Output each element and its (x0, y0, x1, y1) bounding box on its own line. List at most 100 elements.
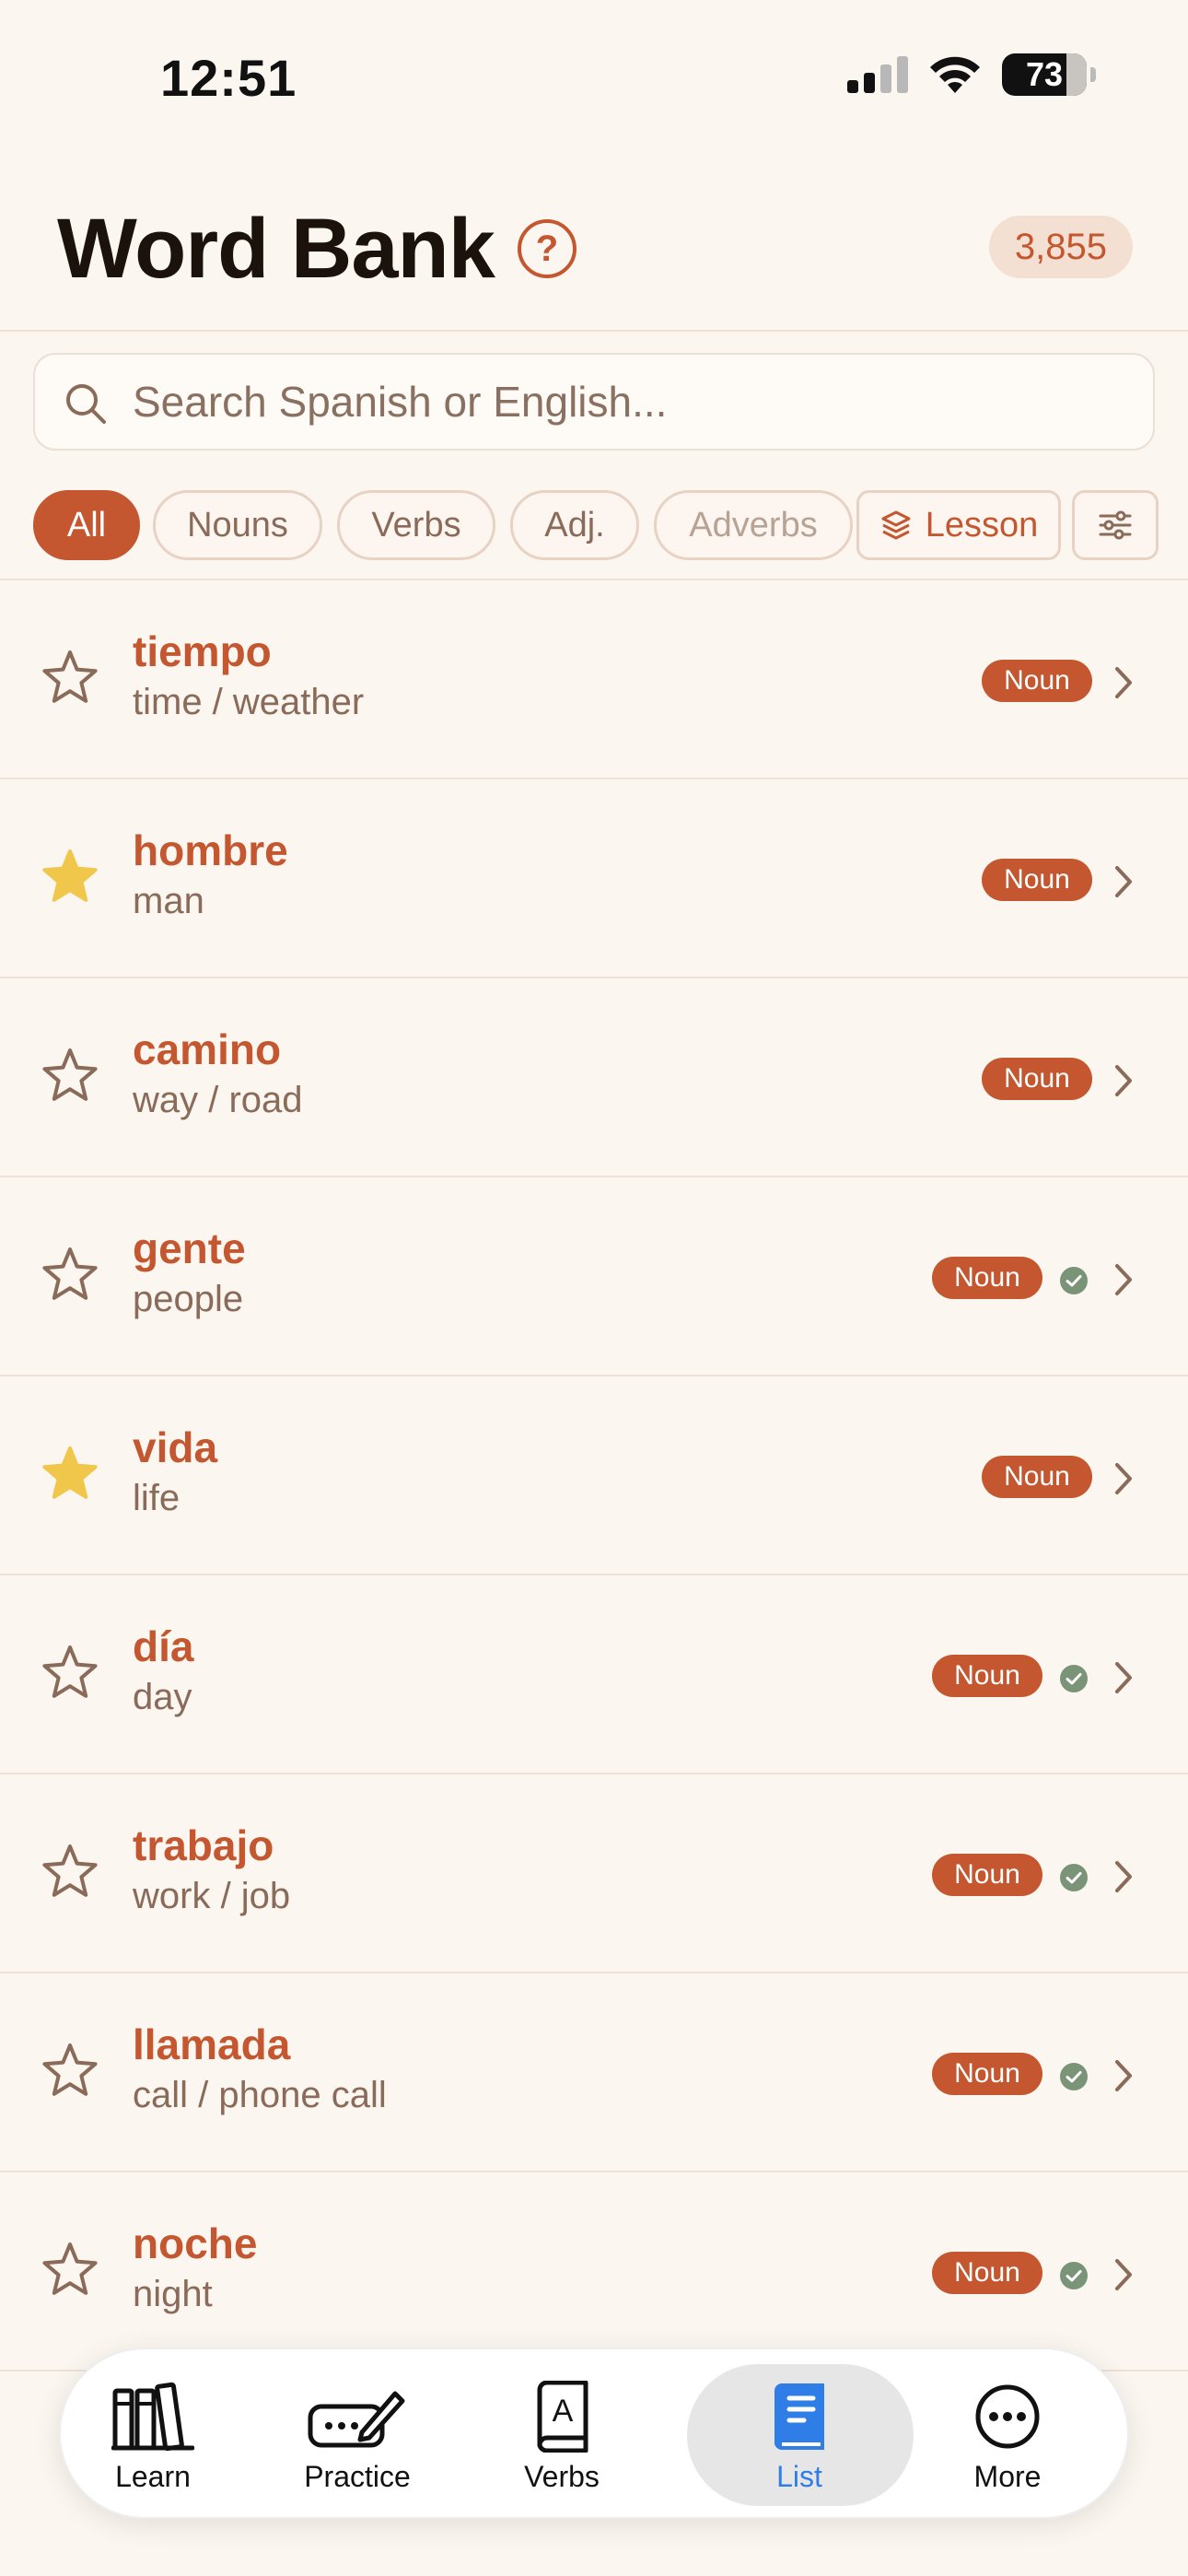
book-list-icon (771, 2379, 828, 2454)
sliders-icon (1099, 510, 1132, 540)
word-row[interactable]: camino way / road Noun (0, 978, 1188, 1177)
cellular-signal-icon (847, 56, 908, 93)
filter-chip-all[interactable]: All (33, 490, 140, 560)
star-filled-icon[interactable] (41, 848, 99, 909)
pos-badge: Noun (932, 2252, 1042, 2294)
star-icon[interactable] (41, 649, 99, 710)
layers-icon (881, 510, 911, 540)
chevron-right-icon (1112, 1262, 1135, 1302)
pos-badge: Noun (932, 1854, 1042, 1896)
help-button[interactable]: ? (518, 219, 577, 278)
chevron-right-icon (1112, 1461, 1135, 1501)
star-icon[interactable] (41, 1644, 99, 1705)
word-translation: day (133, 1677, 192, 1717)
filter-chip-adj[interactable]: Adj. (510, 490, 639, 560)
word-translation: life (133, 1478, 181, 1518)
tab-learn[interactable]: Learn (61, 2349, 245, 2521)
filter-chip-verbs[interactable]: Verbs (337, 490, 495, 560)
page-header: Word Bank ? 3,855 (0, 193, 1188, 332)
tab-more-label: More (973, 2460, 1042, 2493)
word-translation: work / job (133, 1876, 291, 1916)
filter-bar: All Nouns Verbs Adj. Adverbs Lesson (0, 490, 1188, 564)
status-time: 12:51 (160, 49, 297, 107)
search-input[interactable] (133, 355, 1127, 449)
more-ellipsis-icon (974, 2379, 1041, 2454)
word-spanish: llamada (133, 2020, 291, 2068)
search-icon (66, 384, 106, 424)
pos-badge: Noun (932, 2053, 1042, 2095)
word-row[interactable]: tiempo time / weather Noun (0, 580, 1188, 779)
word-spanish: trabajo (133, 1821, 274, 1869)
pos-badge: Noun (932, 1655, 1042, 1697)
word-row[interactable]: día day Noun (0, 1575, 1188, 1774)
lesson-filter-button[interactable]: Lesson (856, 490, 1061, 560)
tab-practice[interactable]: Practice (265, 2349, 449, 2521)
wifi-icon (930, 56, 980, 93)
tab-verbs[interactable]: A Verbs (470, 2349, 654, 2521)
learned-check-icon (1059, 2261, 1089, 2295)
pos-badge: Noun (982, 1058, 1092, 1100)
pos-badge: Noun (982, 1456, 1092, 1498)
pos-badge: Noun (932, 1257, 1042, 1299)
tab-bar: Learn Practice A Verbs List More (59, 2348, 1129, 2519)
filter-settings-button[interactable] (1072, 490, 1159, 560)
word-row[interactable]: noche night Noun (0, 2172, 1188, 2371)
word-list: tiempo time / weather Noun hombre man No… (0, 580, 1188, 2371)
star-icon[interactable] (41, 1843, 99, 1904)
word-spanish: vida (133, 1423, 218, 1471)
word-translation: night (133, 2274, 213, 2314)
chevron-right-icon (1112, 864, 1135, 904)
word-translation: man (133, 881, 204, 921)
chevron-right-icon (1112, 2058, 1135, 2098)
search-bar[interactable] (33, 353, 1155, 451)
word-spanish: día (133, 1622, 194, 1670)
word-count-badge: 3,855 (988, 216, 1133, 278)
tab-more[interactable]: More (915, 2349, 1100, 2521)
word-spanish: tiempo (133, 627, 272, 675)
status-bar: 12:51 73 (0, 0, 1188, 157)
pos-badge: Noun (982, 859, 1092, 901)
keyboard-pencil-icon (307, 2379, 408, 2454)
word-row[interactable]: gente people Noun (0, 1177, 1188, 1376)
tab-list-label: List (776, 2460, 822, 2493)
filter-chip-adverbs[interactable]: Adverbs (654, 490, 853, 560)
svg-text:A: A (553, 2394, 574, 2429)
battery-level: 73 (1025, 55, 1064, 93)
word-spanish: noche (133, 2219, 258, 2267)
word-translation: people (133, 1279, 244, 1319)
word-row[interactable]: hombre man Noun (0, 779, 1188, 978)
battery-icon: 73 (1002, 53, 1096, 96)
dictionary-icon: A (532, 2379, 591, 2454)
chevron-right-icon (1112, 2257, 1135, 2297)
word-row[interactable]: vida life Noun (0, 1376, 1188, 1575)
tab-practice-label: Practice (304, 2460, 411, 2493)
books-icon (111, 2379, 194, 2454)
chevron-right-icon (1112, 665, 1135, 705)
star-icon[interactable] (41, 1246, 99, 1307)
word-spanish: gente (133, 1224, 246, 1272)
star-icon[interactable] (41, 1047, 99, 1108)
tab-verbs-label: Verbs (524, 2460, 600, 2493)
learned-check-icon (1059, 2062, 1089, 2096)
learned-check-icon (1059, 1266, 1089, 1300)
pos-badge: Noun (982, 660, 1092, 702)
page-title: Word Bank (57, 202, 495, 296)
star-icon[interactable] (41, 2042, 99, 2103)
word-row[interactable]: llamada call / phone call Noun (0, 1973, 1188, 2172)
tab-learn-label: Learn (115, 2460, 191, 2493)
learned-check-icon (1059, 1664, 1089, 1698)
word-row[interactable]: trabajo work / job Noun (0, 1774, 1188, 1973)
word-translation: time / weather (133, 682, 365, 722)
word-spanish: camino (133, 1025, 282, 1073)
lesson-filter-label: Lesson (925, 505, 1039, 544)
tab-list[interactable]: List (707, 2349, 891, 2521)
star-filled-icon[interactable] (41, 1445, 99, 1506)
chevron-right-icon (1112, 1859, 1135, 1899)
word-translation: way / road (133, 1080, 303, 1120)
star-icon[interactable] (41, 2241, 99, 2302)
chevron-right-icon (1112, 1660, 1135, 1700)
filter-chip-nouns[interactable]: Nouns (153, 490, 322, 560)
learned-check-icon (1059, 1863, 1089, 1897)
word-translation: call / phone call (133, 2075, 387, 2115)
word-spanish: hombre (133, 826, 288, 874)
